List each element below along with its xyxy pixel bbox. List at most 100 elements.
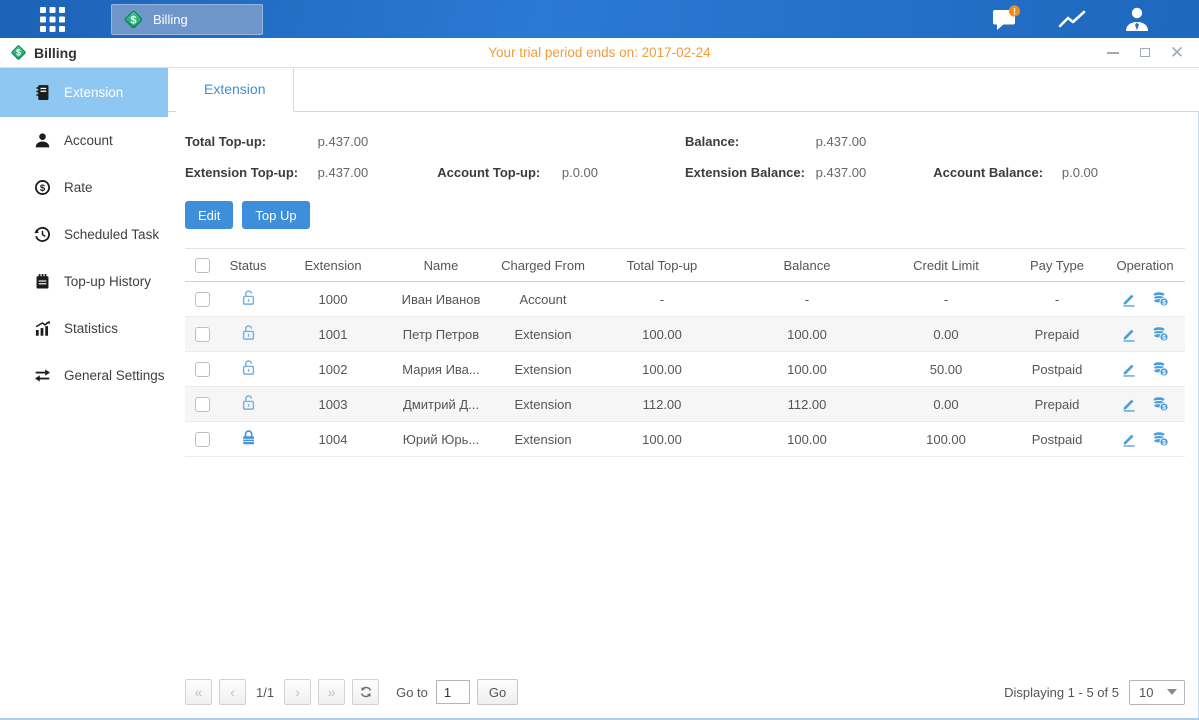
chevron-down-icon <box>1167 689 1177 695</box>
table-row: 1004 Юрий Юрь... Extension 100.00 100.00… <box>185 422 1185 457</box>
account-menu-button[interactable] <box>1123 5 1151 33</box>
row-checkbox[interactable] <box>195 362 210 377</box>
lock-open-icon <box>240 394 257 411</box>
col-pay-type: Pay Type <box>1009 249 1105 282</box>
app-grid-icon[interactable] <box>35 5 69 33</box>
go-button[interactable]: Go <box>477 679 518 705</box>
last-page-button[interactable]: » <box>318 679 345 705</box>
close-button[interactable]: ✕ <box>1169 45 1185 61</box>
row-checkbox[interactable] <box>195 327 210 342</box>
next-page-button[interactable]: › <box>284 679 311 705</box>
cell-credit-limit: 100.00 <box>883 422 1009 457</box>
edit-button[interactable]: Edit <box>185 201 233 229</box>
cell-charged-from: Extension <box>493 352 593 387</box>
cell-pay-type: Postpaid <box>1009 352 1105 387</box>
cell-charged-from: Account <box>493 282 593 317</box>
edit-pencil-icon[interactable] <box>1121 431 1137 447</box>
svg-text:$: $ <box>1163 405 1167 412</box>
tab-extension[interactable]: Extension <box>176 68 294 112</box>
prev-page-button[interactable]: ‹ <box>219 679 246 705</box>
cell-name: Дмитрий Д... <box>389 387 493 422</box>
row-checkbox[interactable] <box>195 397 210 412</box>
col-total-topup: Total Top-up <box>593 249 731 282</box>
main-panel: Extension Total Top-up: p.437.00 Extensi… <box>168 68 1199 718</box>
sidebar-item-label: Rate <box>64 180 93 195</box>
cell-name: Мария Ива... <box>389 352 493 387</box>
edit-pencil-icon[interactable] <box>1121 396 1137 412</box>
first-page-button[interactable]: « <box>185 679 212 705</box>
goto-page-input[interactable] <box>436 680 470 704</box>
refresh-button[interactable] <box>352 679 379 705</box>
balance-value: p.437.00 <box>816 126 867 157</box>
select-all-checkbox[interactable] <box>195 258 210 273</box>
topup-history-ledger-icon <box>34 273 51 290</box>
trial-notice: Your trial period ends on: 2017-02-24 <box>0 45 1199 60</box>
topup-button[interactable]: Top Up <box>242 201 309 229</box>
topup-coins-icon[interactable]: $ <box>1152 361 1169 377</box>
cell-extension: 1004 <box>277 422 389 457</box>
topup-coins-icon[interactable]: $ <box>1152 291 1169 307</box>
cell-balance: 100.00 <box>731 317 883 352</box>
cell-balance: 100.00 <box>731 422 883 457</box>
sidebar-item-general-settings[interactable]: General Settings <box>0 352 168 399</box>
sidebar-item-label: Scheduled Task <box>64 227 159 242</box>
total-topup-value: p.437.00 <box>318 126 369 157</box>
cell-name: Юрий Юрь... <box>389 422 493 457</box>
sidebar-item-scheduled-task[interactable]: Scheduled Task <box>0 211 168 258</box>
sidebar-item-rate[interactable]: $ Rate <box>0 164 168 211</box>
svg-text:$: $ <box>1163 300 1167 307</box>
window-titlebar: $ Billing Your trial period ends on: 201… <box>0 38 1199 68</box>
topup-coins-icon[interactable]: $ <box>1152 326 1169 342</box>
sidebar-item-label: Extension <box>64 85 123 100</box>
taskbar-tab-label: Billing <box>153 12 188 27</box>
statistics-chart-icon <box>34 320 51 337</box>
top-taskbar: $ Billing ! <box>0 0 1199 38</box>
cell-credit-limit: 50.00 <box>883 352 1009 387</box>
window-title-text: Billing <box>34 45 77 61</box>
sidebar-item-extension[interactable]: Extension <box>0 68 168 117</box>
line-chart-icon <box>1057 7 1087 31</box>
cell-pay-type: Prepaid <box>1009 317 1105 352</box>
sidebar: Extension Account $ Rate Scheduled Task <box>0 68 168 718</box>
sidebar-item-topup-history[interactable]: Top-up History <box>0 258 168 305</box>
svg-text:$: $ <box>1163 335 1167 342</box>
window-title: $ Billing <box>10 44 77 61</box>
cell-charged-from: Extension <box>493 387 593 422</box>
table-row: 1003 Дмитрий Д... Extension 112.00 112.0… <box>185 387 1185 422</box>
sidebar-item-statistics[interactable]: Statistics <box>0 305 168 352</box>
edit-pencil-icon[interactable] <box>1121 291 1137 307</box>
edit-pencil-icon[interactable] <box>1121 361 1137 377</box>
minimize-button[interactable] <box>1105 45 1121 61</box>
reports-button[interactable] <box>1057 7 1087 31</box>
cell-name: Иван Иванов <box>389 282 493 317</box>
cell-total-topup: 100.00 <box>593 422 731 457</box>
notifications-button[interactable]: ! <box>991 5 1021 33</box>
col-balance: Balance <box>731 249 883 282</box>
page-size-select[interactable]: 10 <box>1129 680 1185 705</box>
row-checkbox[interactable] <box>195 292 210 307</box>
edit-pencil-icon[interactable] <box>1121 326 1137 342</box>
topup-coins-icon[interactable]: $ <box>1152 396 1169 412</box>
svg-text:$: $ <box>130 14 137 26</box>
col-status: Status <box>219 249 277 282</box>
general-settings-sliders-icon <box>34 367 51 384</box>
sidebar-item-account[interactable]: Account <box>0 117 168 164</box>
svg-text:$: $ <box>40 183 46 194</box>
message-icon: ! <box>991 5 1021 33</box>
scheduled-task-clock-icon <box>34 226 51 243</box>
lock-open-icon <box>240 289 257 306</box>
cell-charged-from: Extension <box>493 422 593 457</box>
row-checkbox[interactable] <box>195 432 210 447</box>
maximize-button[interactable] <box>1137 45 1153 61</box>
cell-credit-limit: 0.00 <box>883 317 1009 352</box>
lock-open-icon <box>240 359 257 376</box>
sidebar-item-label: Top-up History <box>64 274 151 289</box>
tab-strip: Extension <box>168 68 1199 112</box>
cell-balance: 112.00 <box>731 387 883 422</box>
taskbar-tab-billing[interactable]: $ Billing <box>111 4 263 35</box>
total-topup-label: Total Top-up: <box>185 126 314 157</box>
cell-name: Петр Петров <box>389 317 493 352</box>
user-icon <box>1123 5 1151 33</box>
svg-text:$: $ <box>1163 440 1167 447</box>
topup-coins-icon[interactable]: $ <box>1152 431 1169 447</box>
